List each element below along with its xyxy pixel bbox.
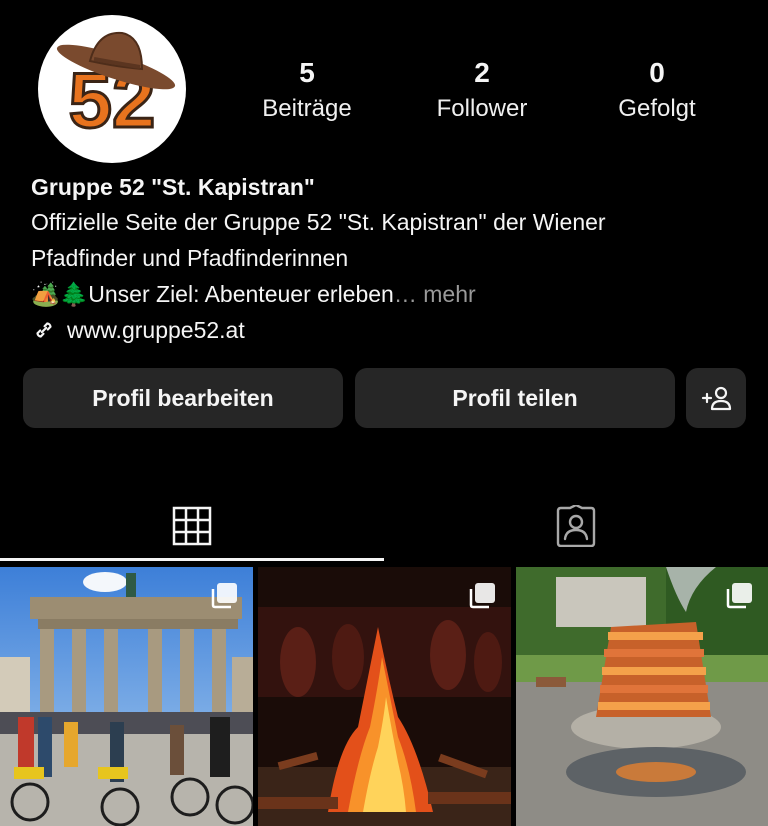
share-profile-button[interactable]: Profil teilen	[355, 368, 675, 428]
profile-name: Gruppe 52 "St. Kapistran"	[31, 174, 315, 200]
multiple-posts-icon	[469, 583, 495, 609]
multiple-posts-icon	[211, 583, 237, 609]
bio-line-1: Offizielle Seite der Gruppe 52 "St. Kapi…	[31, 209, 606, 235]
stat-following-count: 0	[649, 57, 665, 88]
bio-line-3-text: Unser Ziel: Abenteuer erleben	[88, 281, 394, 307]
stat-following-label: Gefolgt	[618, 95, 696, 122]
multiple-posts-icon	[726, 583, 752, 609]
bio-emoji: 🏕️🌲	[31, 281, 89, 307]
link-icon	[36, 322, 52, 338]
profile-bio: Gruppe 52 "St. Kapistran" Offizielle Sei…	[31, 170, 751, 348]
tab-posts-grid[interactable]	[0, 490, 384, 562]
bio-line-3: 🏕️🌲Unser Ziel: Abenteuer erleben… mehr	[31, 276, 751, 312]
post-thumbnail-2[interactable]	[258, 567, 511, 826]
add-person-icon	[701, 386, 732, 411]
stat-posts-label: Beiträge	[262, 95, 352, 122]
grid-icon	[172, 506, 212, 546]
stat-followers[interactable]: 2 Follower	[402, 56, 562, 124]
scout-hat-logo: 52	[56, 31, 176, 146]
bio-more-link[interactable]: … mehr	[394, 281, 476, 307]
active-tab-indicator	[0, 558, 384, 561]
website-url: www.gruppe52.at	[67, 317, 245, 343]
stat-followers-count: 2	[474, 57, 490, 88]
post-thumbnail-3[interactable]	[516, 567, 768, 826]
stat-followers-label: Follower	[436, 95, 528, 122]
profile-avatar[interactable]: 52	[38, 15, 186, 163]
stat-posts-count: 5	[299, 57, 315, 88]
post-thumbnail-1[interactable]	[0, 567, 253, 826]
edit-profile-button[interactable]: Profil bearbeiten	[23, 368, 343, 428]
website-link[interactable]: www.gruppe52.at	[31, 312, 751, 348]
tab-tagged[interactable]	[384, 490, 768, 562]
tagged-icon	[556, 505, 596, 547]
bio-line-2: Pfadfinder und Pfadfinderinnen	[31, 245, 349, 271]
add-person-button[interactable]	[686, 368, 746, 428]
stat-posts[interactable]: 5 Beiträge	[227, 56, 387, 124]
stat-following[interactable]: 0 Gefolgt	[577, 56, 737, 124]
